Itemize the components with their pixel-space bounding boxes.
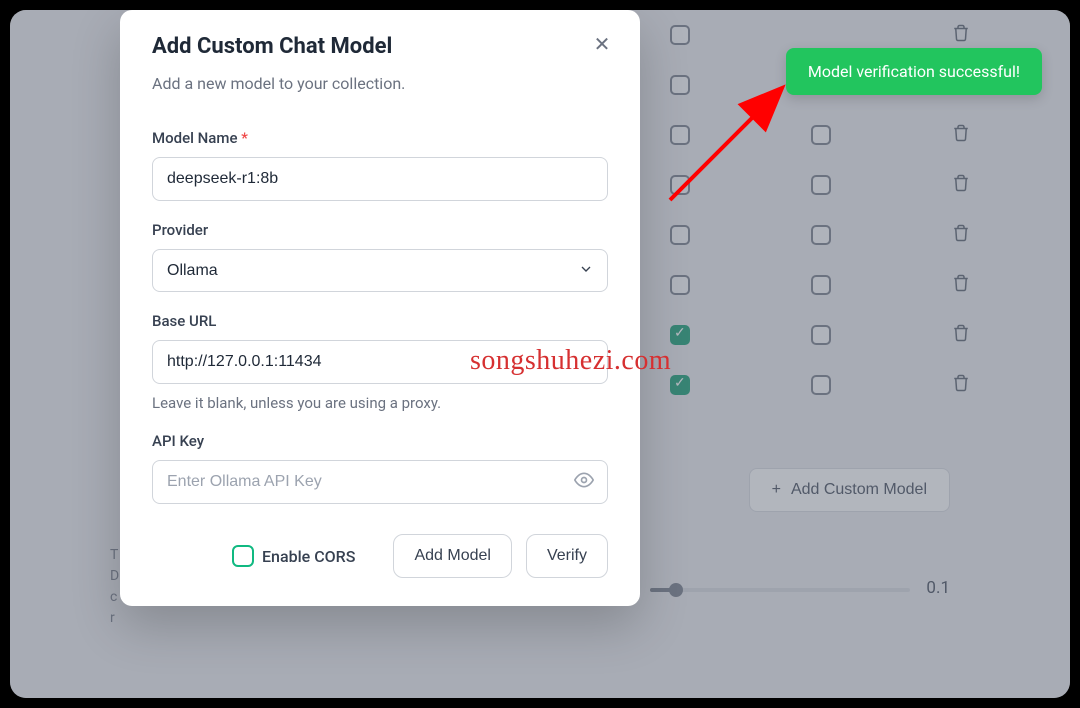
provider-label: Provider bbox=[152, 221, 608, 239]
enable-cors-label: Enable CORS bbox=[262, 547, 355, 566]
page-container: + Add Custom Model 0.1 TDcr Add Custom C… bbox=[10, 10, 1070, 698]
enable-cors-checkbox[interactable] bbox=[232, 545, 254, 567]
modal-subtitle: Add a new model to your collection. bbox=[152, 74, 608, 93]
verify-button[interactable]: Verify bbox=[526, 534, 608, 578]
close-button[interactable]: ✕ bbox=[584, 26, 620, 62]
base-url-helper: Leave it blank, unless you are using a p… bbox=[152, 394, 608, 412]
model-name-label: Model Name * bbox=[152, 129, 608, 147]
add-model-modal: Add Custom Chat Model ✕ Add a new model … bbox=[120, 10, 640, 606]
toast-message: Model verification successful! bbox=[808, 62, 1020, 81]
provider-select[interactable]: Ollama bbox=[152, 249, 608, 292]
modal-title: Add Custom Chat Model bbox=[152, 34, 392, 59]
api-key-input[interactable] bbox=[152, 460, 608, 504]
success-toast: Model verification successful! bbox=[786, 48, 1042, 95]
add-model-button[interactable]: Add Model bbox=[393, 534, 512, 578]
model-name-input[interactable] bbox=[152, 157, 608, 201]
api-key-label: API Key bbox=[152, 432, 608, 450]
eye-icon[interactable] bbox=[574, 470, 594, 494]
base-url-label: Base URL bbox=[152, 312, 608, 330]
close-icon: ✕ bbox=[594, 32, 611, 57]
watermark: songshuhezi.com bbox=[470, 345, 671, 377]
